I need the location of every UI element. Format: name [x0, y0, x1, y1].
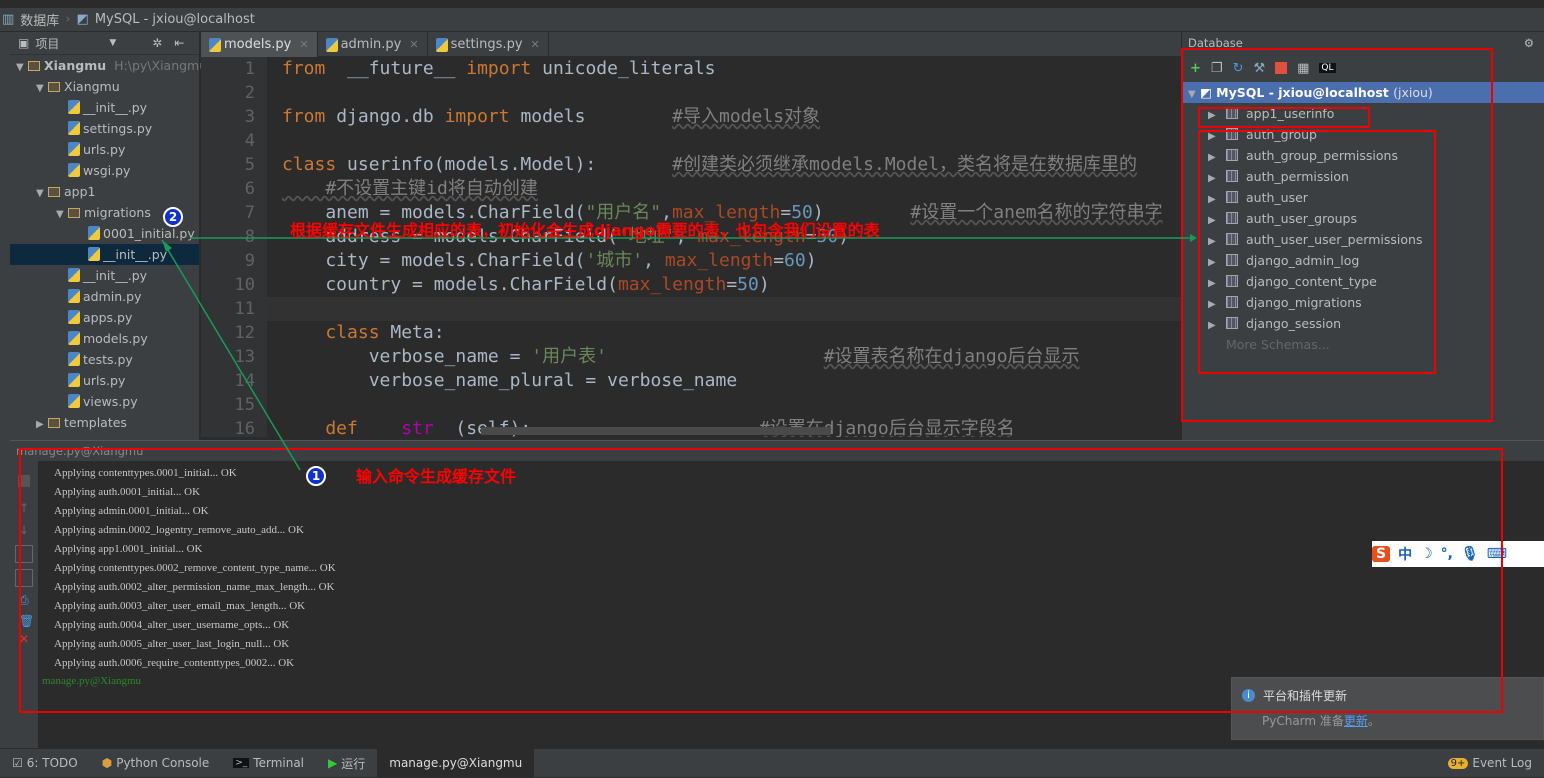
annotation-arrows: [161, 234, 1197, 471]
annotation-marker-1: 1: [306, 466, 326, 486]
annotation-text-1: 输入命令生成缓存文件: [356, 467, 517, 486]
annotation-marker-2: 2: [163, 207, 183, 227]
annotation-text-2: 根据缓存文件生成相应的表，初始化会生成django需要的表，也包含我们设置的表: [290, 221, 880, 240]
